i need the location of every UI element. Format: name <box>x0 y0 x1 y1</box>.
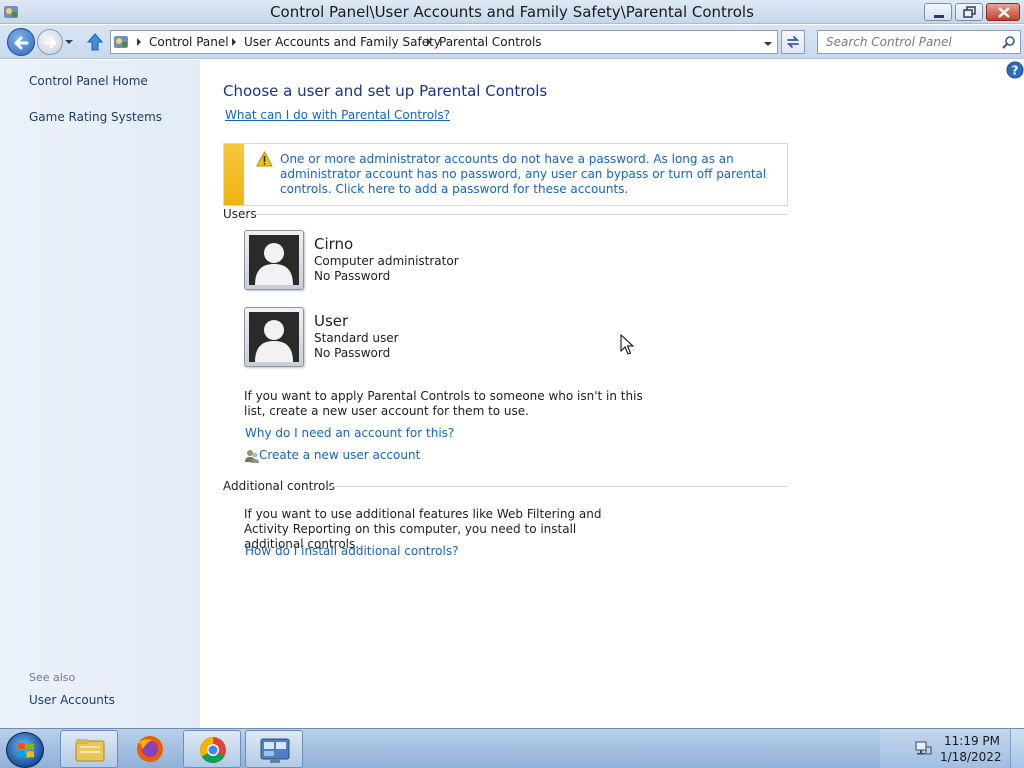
control-panel-taskbar-button[interactable] <box>245 730 303 768</box>
additional-controls-section-label: Additional controls <box>223 479 335 493</box>
why-need-account-link[interactable]: Why do I need an account for this? <box>245 426 454 440</box>
warning-message: One or more administrator accounts do no… <box>280 152 767 196</box>
breadcrumb-user-accounts-family-safety[interactable]: User Accounts and Family Safety <box>244 35 441 49</box>
parental-controls-info-link[interactable]: What can I do with Parental Controls? <box>225 108 450 122</box>
warning-icon <box>256 151 273 167</box>
windows-logo-icon <box>18 743 34 758</box>
additional-controls-divider <box>328 486 788 487</box>
sidebar-item-control-panel-home[interactable]: Control Panel Home <box>29 74 148 88</box>
user-account-type: Standard user <box>314 331 399 345</box>
user-tile-user[interactable]: User Standard user No Password <box>244 307 504 369</box>
chrome-taskbar-button[interactable] <box>183 730 241 768</box>
breadcrumb-separator-icon[interactable] <box>136 38 142 46</box>
avatar <box>244 307 304 367</box>
install-additional-controls-link[interactable]: How do I install additional controls? <box>245 544 458 558</box>
forward-button[interactable] <box>37 29 63 55</box>
close-button[interactable] <box>986 3 1020 21</box>
users-section-divider <box>254 214 788 215</box>
search-input[interactable] <box>818 31 998 53</box>
sidebar-item-game-rating-systems[interactable]: Game Rating Systems <box>29 110 162 124</box>
sidebar-item-user-accounts[interactable]: User Accounts <box>29 693 115 707</box>
firefox-taskbar-button[interactable] <box>121 730 179 768</box>
control-panel-icon <box>114 36 128 48</box>
file-explorer-icon <box>75 739 105 762</box>
user-password-status: No Password <box>314 269 391 283</box>
clock-time[interactable]: 11:19 PM <box>940 734 1000 748</box>
user-password-status: No Password <box>314 346 391 360</box>
taskbar: 11:19 PM 1/18/2022 <box>0 728 1024 768</box>
notification-area: 11:19 PM 1/18/2022 <box>880 729 1024 768</box>
restore-icon <box>963 6 976 18</box>
warning-stripe <box>224 144 244 205</box>
network-icon[interactable] <box>914 740 932 756</box>
close-icon <box>998 7 1010 18</box>
back-button[interactable] <box>7 28 35 56</box>
search-icon[interactable] <box>1002 35 1016 49</box>
control-panel-icon <box>260 738 290 763</box>
default-user-silhouette-icon <box>249 235 299 285</box>
user-name: User <box>314 312 349 330</box>
user-account-type: Computer administrator <box>314 254 459 268</box>
mouse-pointer-icon <box>620 334 634 355</box>
start-button[interactable] <box>6 732 44 768</box>
users-section-label: Users <box>223 207 257 221</box>
no-password-warning-banner[interactable]: One or more administrator accounts do no… <box>223 143 788 206</box>
add-user-icon <box>245 450 259 463</box>
breadcrumb-control-panel[interactable]: Control Panel <box>149 35 229 49</box>
show-desktop-button[interactable] <box>1010 729 1024 768</box>
window-title: Control Panel\User Accounts and Family S… <box>270 3 754 21</box>
create-user-account-label[interactable]: Create a new user account <box>259 448 420 462</box>
svg-text:?: ? <box>1012 64 1019 78</box>
firefox-icon <box>137 736 163 762</box>
user-tile-cirno[interactable]: Cirno Computer administrator No Password <box>244 230 504 292</box>
search-box[interactable] <box>817 30 1021 54</box>
up-arrow-icon[interactable] <box>85 31 105 53</box>
file-explorer-taskbar-button[interactable] <box>60 730 118 768</box>
navigation-bar: Control Panel User Accounts and Family S… <box>0 25 1024 59</box>
breadcrumb-parental-controls[interactable]: Parental Controls <box>439 35 542 49</box>
recent-pages-chevron-down-icon[interactable] <box>63 37 75 47</box>
clock-date[interactable]: 1/18/2022 <box>940 750 1002 764</box>
breadcrumb-separator-icon[interactable] <box>426 38 432 46</box>
see-also-heading: See also <box>29 671 76 684</box>
breadcrumb-separator-icon[interactable] <box>231 38 237 46</box>
page-title: Choose a user and set up Parental Contro… <box>223 82 548 100</box>
forward-arrow-icon <box>44 37 57 49</box>
back-arrow-icon <box>14 36 29 50</box>
user-name: Cirno <box>314 235 354 253</box>
main-content: ? Choose a user and set up Parental Cont… <box>200 60 1024 728</box>
refresh-button[interactable] <box>781 30 805 54</box>
default-user-silhouette-icon <box>249 312 299 362</box>
chrome-icon <box>199 736 226 764</box>
address-history-chevron-down-icon[interactable] <box>763 40 773 48</box>
minimize-button[interactable] <box>924 3 952 21</box>
restore-button[interactable] <box>955 3 983 21</box>
left-navigation-pane: Control Panel Home Game Rating Systems S… <box>0 60 200 728</box>
title-bar[interactable]: Control Panel\User Accounts and Family S… <box>0 0 1024 24</box>
avatar <box>244 230 304 290</box>
address-bar[interactable]: Control Panel User Accounts and Family S… <box>110 30 778 54</box>
add-account-instructions: If you want to apply Parental Controls t… <box>244 389 643 418</box>
help-icon[interactable]: ? <box>1006 61 1024 79</box>
refresh-icon <box>786 36 800 48</box>
minimize-icon <box>934 15 944 18</box>
